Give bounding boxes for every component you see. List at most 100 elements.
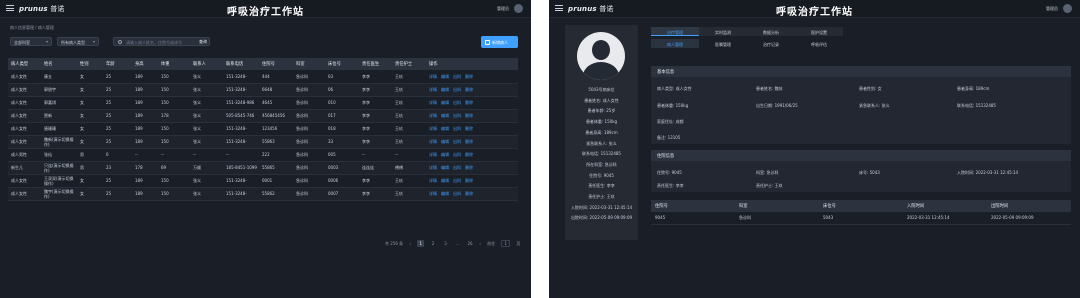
table-cell: 0 [103,148,132,162]
edit-link[interactable]: 编辑 [441,152,449,157]
delete-link[interactable]: 删除 [465,100,473,105]
subtab-records[interactable]: 治疗记录 [747,39,795,48]
edit-link[interactable]: 编辑 [441,178,449,183]
table-cell: 张义 [190,135,223,149]
top-bar: prunus 普诺 呼吸治疗工作站 管理员 [549,0,1080,18]
row-actions: 详情 编辑 出科 删除 [426,122,518,136]
discharge-link[interactable]: 出科 [453,87,461,92]
discharge-link[interactable]: 出科 [453,178,461,183]
discharge-link[interactable]: 出科 [453,126,461,131]
column-header: 体重 [158,58,190,70]
table-cell: 018 [325,122,359,136]
user-avatar[interactable] [514,4,523,13]
delete-link[interactable]: 删除 [465,178,473,183]
table-row: 成人女性 康五女 25 189 150 张义 151-3248- 444 急诊科 03 李李 王玖 详情… [8,70,518,84]
page-last-button[interactable]: 26 [467,241,473,246]
table-cell: 李李 [359,96,392,110]
table-cell: 505-8545-746 [223,109,259,123]
edit-link[interactable]: 编辑 [441,113,449,118]
detail-link[interactable]: 详情 [429,126,437,131]
department-select[interactable]: 全部科室 ▾ [10,37,52,46]
table-row: 成人男性 张仙男 0 -- -- -- -- 222 急诊科 005 -- -- 详情 编辑 出科 删除 [8,148,518,162]
search-input[interactable]: 请输入病人姓名、住院号或床号 查询 [113,37,210,46]
detail-link[interactable]: 详情 [429,113,437,118]
delete-link[interactable]: 删除 [465,74,473,79]
column-header: 性别 [77,58,103,70]
discharge-link[interactable]: 出科 [453,74,461,79]
edit-link[interactable]: 编辑 [441,165,449,170]
subtab-patient[interactable]: 病人管理 [651,39,699,48]
edit-link[interactable]: 编辑 [441,74,449,79]
delete-link[interactable]: 删除 [465,191,473,196]
prev-page-button[interactable]: ‹ [409,241,411,246]
app-title: 呼吸治疗工作站 [776,7,853,18]
detail-link[interactable]: 详情 [429,87,437,92]
detail-link[interactable]: 详情 [429,165,437,170]
delete-link[interactable]: 删除 [465,165,473,170]
tab-analysis[interactable]: 数据分析 [747,27,795,36]
user-name[interactable]: 管理员 [497,6,509,12]
table-cell: 4645 [259,96,293,110]
table-cell: 151-3248- [223,83,259,97]
table-cell: 成人女性 [8,135,41,149]
table-cell: 189 [132,70,158,84]
user-name[interactable]: 管理员 [1046,6,1058,12]
cell-department: 急诊科 [735,212,819,225]
subtab-assessment[interactable]: 呼吸评估 [795,39,843,48]
patient-type-select[interactable]: 所有病人类型 ▾ [57,37,99,46]
goto-page-input[interactable]: 1 [501,240,511,247]
table-cell: 69 [158,161,190,175]
delete-link[interactable]: 删除 [465,87,473,92]
table-cell: 男 [77,161,103,175]
tab-settings[interactable]: 医护设置 [795,27,843,36]
table-cell: 222 [259,148,293,162]
detail-link[interactable]: 详情 [429,139,437,144]
delete-link[interactable]: 删除 [465,152,473,157]
page-2-button[interactable]: 2 [430,241,436,246]
table-cell: 成人女性 [8,109,41,123]
edit-link[interactable]: 编辑 [441,191,449,196]
row-actions: 详情 编辑 出科 删除 [426,135,518,149]
edit-link[interactable]: 编辑 [441,100,449,105]
table-cell: 李李 [359,187,392,201]
field-address: 家庭住址: 成都 [657,119,684,124]
discharge-link[interactable]: 出科 [453,113,461,118]
tab-monitoring[interactable]: 实时监测 [699,27,747,36]
delete-link[interactable]: 删除 [465,113,473,118]
detail-link[interactable]: 详情 [429,191,437,196]
table-cell: -- [190,148,223,162]
discharge-link[interactable]: 出科 [453,152,461,157]
field-weight: 患者体重: 150kg [657,103,689,108]
table-cell: 急诊科 [293,161,325,175]
next-page-button[interactable]: › [479,241,481,246]
discharge-link[interactable]: 出科 [453,139,461,144]
subtab-orders[interactable]: 医嘱管理 [699,39,747,48]
discharge-link[interactable]: 出科 [453,100,461,105]
discharge-link[interactable]: 出科 [453,165,461,170]
profile-field: 责任护士: 王玖 [588,194,615,199]
table-cell: 23 [103,161,132,175]
delete-link[interactable]: 删除 [465,139,473,144]
page-ellipsis[interactable]: ... [455,241,461,246]
tab-treatment[interactable]: 治疗管理 [651,27,699,36]
detail-link[interactable]: 详情 [429,178,437,183]
edit-link[interactable]: 编辑 [441,126,449,131]
detail-link[interactable]: 详情 [429,74,437,79]
search-button[interactable]: 查询 [199,39,207,45]
delete-link[interactable]: 删除 [465,126,473,131]
page-1-button[interactable]: 1 [417,240,424,247]
table-row: 成人女性 郭朋宇女 25 189 150 张义 151-3248- 6648 急诊科 06 李李 王玖… [8,83,518,97]
edit-link[interactable]: 编辑 [441,87,449,92]
discharge-link[interactable]: 出科 [453,191,461,196]
detail-link[interactable]: 详情 [429,100,437,105]
row-actions: 详情 编辑 出科 删除 [426,148,518,162]
page-3-button[interactable]: 3 [442,241,448,246]
user-avatar[interactable] [1063,4,1072,13]
table-cell: 成人男性 [8,148,41,162]
add-patient-button[interactable]: 新增病人 [481,36,518,48]
row-actions: 详情 编辑 出科 删除 [426,83,518,97]
table-cell: 万顺 [190,161,223,175]
edit-link[interactable]: 编辑 [441,139,449,144]
profile-field: 患者体重: 150kg [585,119,618,125]
detail-link[interactable]: 详情 [429,152,437,157]
